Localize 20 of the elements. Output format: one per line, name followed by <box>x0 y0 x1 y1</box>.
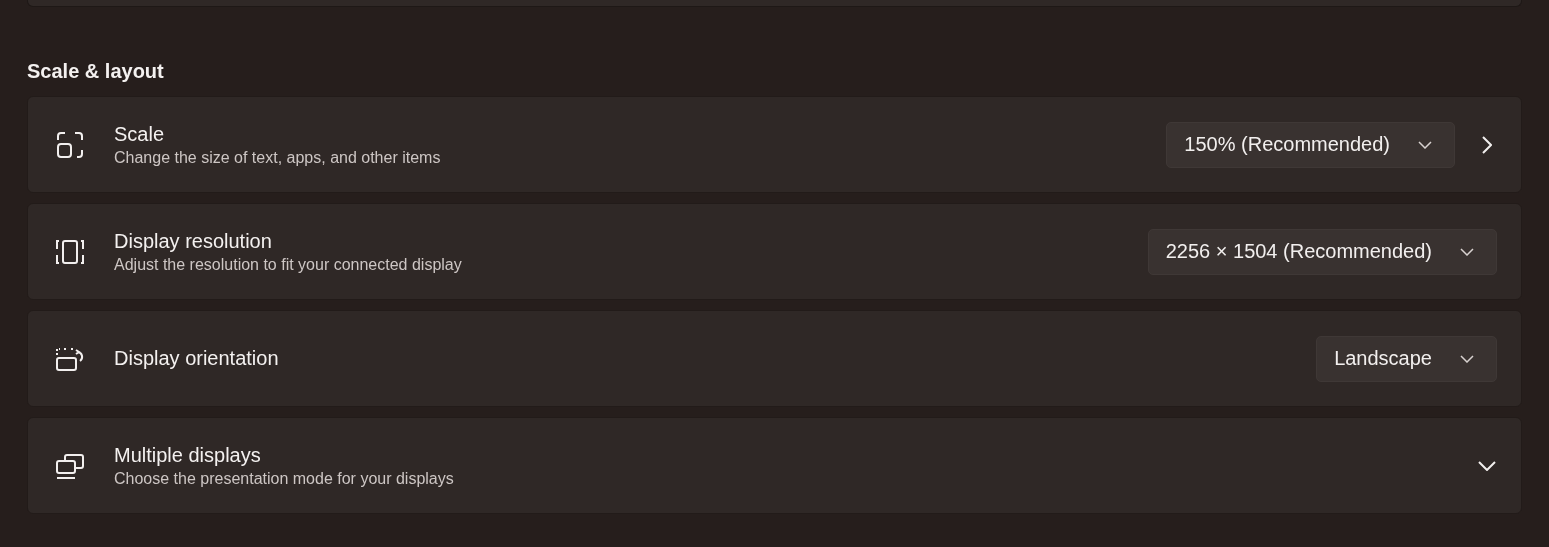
setting-description: Adjust the resolution to fit your connected display <box>114 255 463 274</box>
chevron-down-icon <box>1418 140 1432 149</box>
resolution-icon <box>54 237 86 266</box>
dropdown[interactable]: 150% (Recommended) <box>1166 121 1455 168</box>
dropdown[interactable]: 2256 × 1504 (Recommended) <box>1147 228 1497 275</box>
setting-title: Multiple displays <box>114 443 262 467</box>
section-heading: Scale & layout <box>27 60 164 82</box>
chevron-down-icon <box>1460 247 1474 256</box>
chevron-down-icon <box>1460 354 1474 363</box>
chevron-down-icon[interactable] <box>1478 460 1496 471</box>
scale-icon <box>55 129 85 160</box>
setting-description: Choose the presentation mode for your displays <box>114 469 455 488</box>
setting-description: Change the size of text, apps, and other items <box>114 148 442 167</box>
setting-title: Display orientation <box>114 347 280 370</box>
setting-title: Display resolution <box>114 229 273 253</box>
chevron-right-icon[interactable] <box>1482 135 1492 154</box>
multiple-displays-icon <box>54 451 86 480</box>
dropdown[interactable]: Landscape <box>1316 335 1497 382</box>
rotate-screen-icon <box>54 345 86 372</box>
setting-title: Scale <box>114 122 166 146</box>
